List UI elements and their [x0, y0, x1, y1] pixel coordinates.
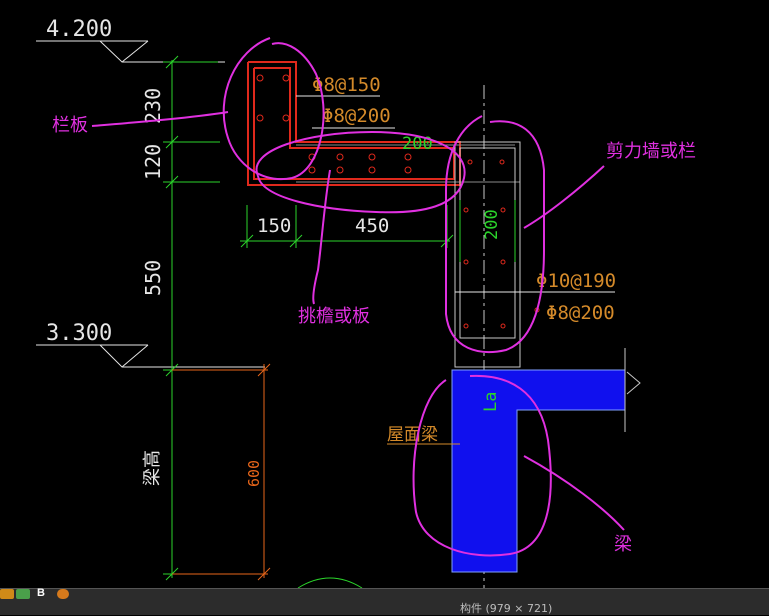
- partial-arc: [297, 577, 363, 588]
- rebar-phi8-200-wall-text: Φ8@200: [546, 302, 615, 324]
- beam-pointer: [523, 455, 625, 531]
- annotation-railing-text: 栏板: [52, 115, 88, 136]
- wall-pointer: [523, 165, 605, 229]
- dim-600-text: 600: [245, 460, 263, 487]
- wall-rebar-dots: [463, 159, 540, 329]
- elevation-marker-bottom: 3.300: [36, 321, 265, 368]
- dim-120-text: 120: [141, 144, 165, 180]
- dim-450-text: 450: [355, 215, 389, 237]
- annotation-beam-text: 梁: [614, 534, 632, 555]
- toolbar-app-icon[interactable]: [0, 589, 14, 599]
- status-bar: B 构件 (979 × 721): [0, 587, 769, 615]
- toolbar-tool-icon[interactable]: [16, 589, 30, 599]
- elevation-bottom-text: 3.300: [46, 321, 112, 346]
- eave-pointer: [312, 169, 331, 305]
- roof-beam-text: 屋面梁: [387, 425, 438, 445]
- eave-ellipse: [255, 130, 466, 214]
- toolbar-circle-icon[interactable]: [57, 589, 69, 599]
- dim-550-text: 550: [141, 260, 165, 296]
- dim-230-text: 230: [141, 88, 165, 124]
- rebar-phi8-200-text: Φ8@200: [322, 105, 391, 127]
- rebar-phi10-190-text: Φ10@190: [536, 270, 616, 292]
- annotation-eave-text: 挑檐或板: [298, 306, 370, 327]
- roof-beam: [451, 348, 641, 573]
- la-text: La: [481, 392, 501, 412]
- vertical-dimension-line: [163, 55, 220, 581]
- annotation-shear-wall-text: 剪力墙或栏: [606, 141, 696, 162]
- cad-drawing: 4.200 3.300 230 120 550 梁高 150 450 200 2…: [36, 17, 696, 588]
- railing-circle: [222, 37, 325, 181]
- dim-200-wall-text: 200: [482, 209, 502, 240]
- elevation-marker-top: 4.200: [36, 17, 225, 63]
- dim-150-text: 150: [257, 215, 291, 237]
- elevation-top-text: 4.200: [46, 17, 112, 42]
- beam-height-text: 梁高: [142, 450, 163, 486]
- bold-icon[interactable]: B: [37, 587, 45, 599]
